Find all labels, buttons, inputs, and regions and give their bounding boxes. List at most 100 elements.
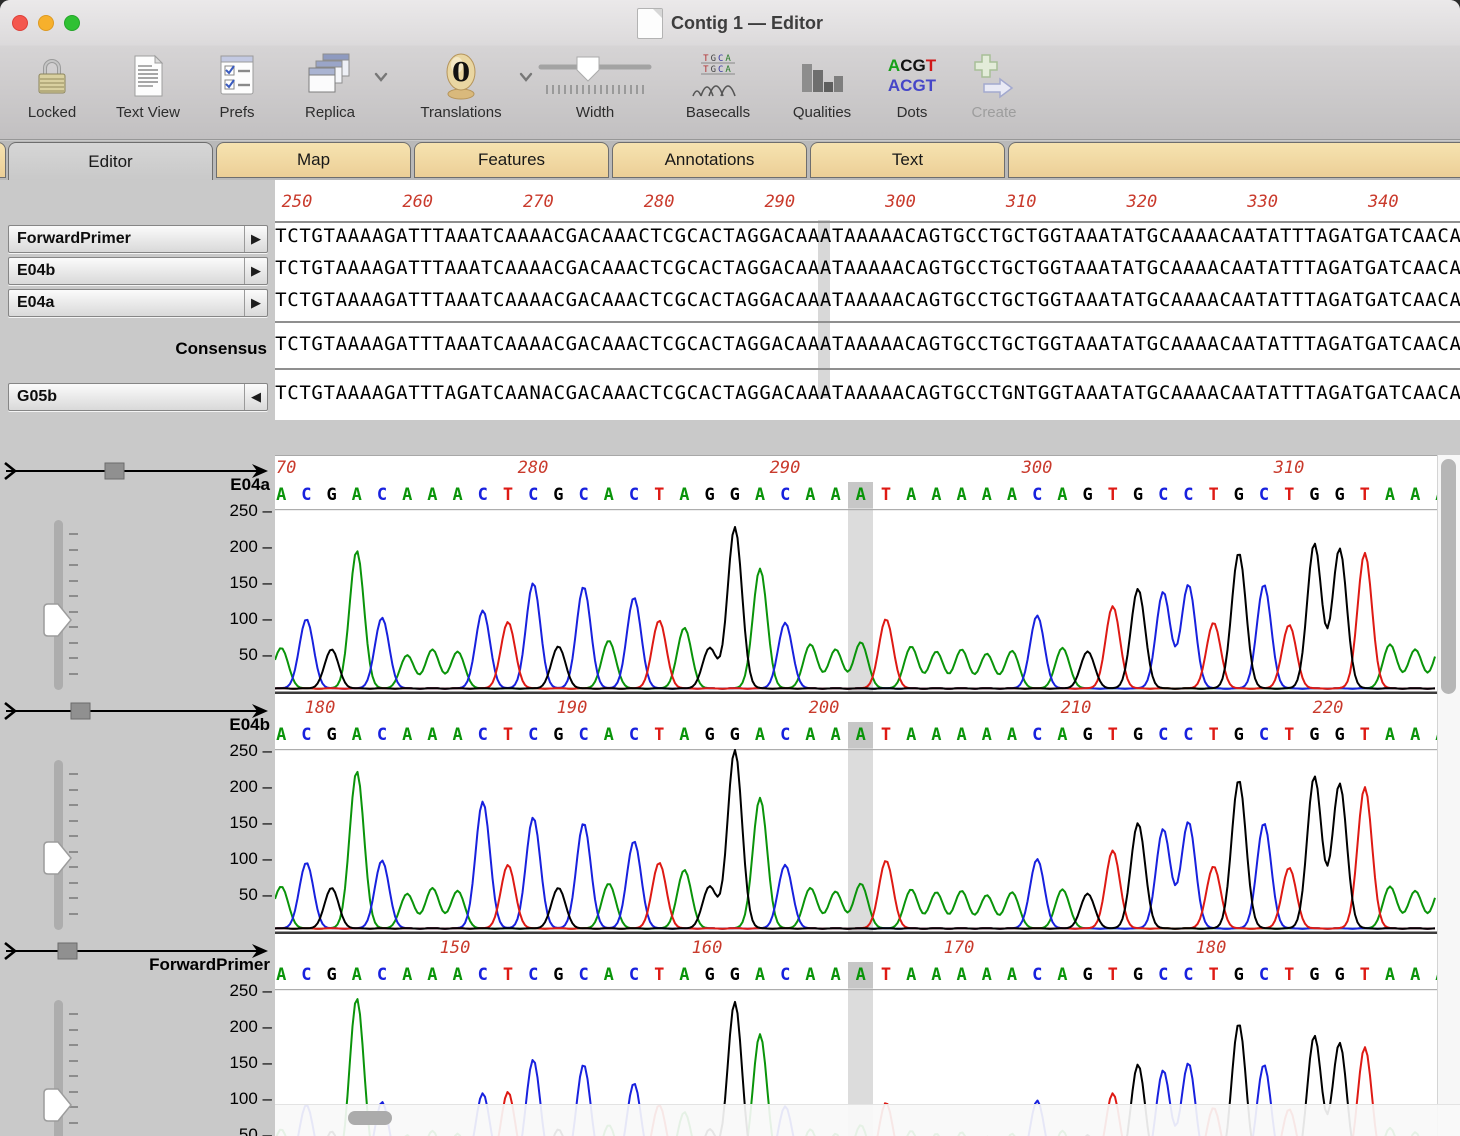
base-call-letter: A [999,962,1025,988]
sequence-text-e04a[interactable]: TTCTGTAAAAGATTTAAATCAAAACGACAAACTCGCACTA… [275,289,1460,321]
y-axis-label: 100 – [202,849,272,869]
basecalls-button[interactable]: TGCA TGCA Basecalls [670,50,766,130]
trace-scale-slider-thumb[interactable] [40,1085,74,1125]
trace-position-handle[interactable] [105,463,124,479]
tab-bar: EditorMapFeaturesAnnotationsText [0,141,1460,180]
tab-editor[interactable]: Editor [8,142,213,180]
sequence-text-consensus[interactable]: TTCTGTAAAAGATTTAAATCAAAACGACAAACTCGCACTA… [275,333,1460,365]
prefs-button[interactable]: Prefs [207,50,267,130]
base-call-letter: A [1402,482,1428,508]
tab-map[interactable]: Map [216,142,411,178]
sequence-button-forwardprimer[interactable]: ForwardPrimer▶ [8,225,268,253]
base-call-letter: C [369,962,395,988]
trace-channel-G [275,527,1435,689]
base-call-letter: A [949,962,975,988]
width-slider-item[interactable]: Width [535,50,655,130]
base-call-letter: C [1251,962,1277,988]
replica-windows-icon [286,50,374,102]
base-call-letter: G [1327,482,1353,508]
left-arrow-icon[interactable]: ◀ [244,384,267,410]
sequence-button-g05b[interactable]: G05b◀ [8,383,268,411]
base-call-letter: T [1100,722,1126,748]
ruler-tick-label: 330 [1247,192,1278,212]
vertical-scrollbar-thumb[interactable] [1441,459,1456,694]
trace-ruler-tick-label: 150 [440,938,471,958]
trace-position-handle[interactable] [71,703,90,719]
right-arrow-icon[interactable]: ▶ [244,226,267,252]
alignment-panel: 250260270280290300310320330340TTCTGTAAAA… [275,180,1460,420]
trace-ruler-tick-label: 210 [1061,698,1092,718]
ruler-tick-label: 270 [523,192,554,212]
replica-dropdown-chevron-icon[interactable] [374,72,388,82]
svg-text:ACGT: ACGT [888,76,937,95]
replica-button[interactable]: Replica [286,50,374,130]
tab-text[interactable]: Text [810,142,1005,178]
base-call-letter: T [495,482,521,508]
base-call-letter: A [596,722,622,748]
slider-tick [69,595,78,597]
ruler-tick-label: 320 [1127,192,1158,212]
sequence-text-forwardprimer[interactable]: TTCTGTAAAAGATTTAAATCAAAACGACAAACTCGCACTA… [275,225,1460,257]
trace-ruler-tick-label: 170 [944,938,975,958]
horizontal-scrollbar[interactable] [275,1104,1460,1136]
trace-ruler-e04a: 270280290300310 [275,458,1437,482]
document-proxy-icon [637,8,663,39]
qualities-button[interactable]: Qualities [777,50,867,130]
create-button[interactable]: Create [958,50,1030,130]
tab-features[interactable]: Features [414,142,609,178]
trace-position-handle[interactable] [58,943,77,959]
base-call-letter: C [571,722,597,748]
base-call-letter: A [898,722,924,748]
trace-scale-slider-thumb[interactable] [40,838,74,878]
text-view-button[interactable]: Text View [103,50,193,130]
base-call-letter: A [974,722,1000,748]
base-call-letter: C [293,722,319,748]
trace-channel-G [275,750,1435,929]
slider-tick [69,564,78,566]
y-axis-label: 50 – [202,1125,272,1136]
trace-channel-C [275,584,1435,689]
base-call-letter: A [445,962,471,988]
locked-button[interactable]: Locked [16,50,88,130]
sequence-button-e04a[interactable]: E04a▶ [8,289,268,317]
base-call-letter: G [545,722,571,748]
base-call-letter: A [747,722,773,748]
slider-tick [69,804,78,806]
translations-dropdown-chevron-icon[interactable] [519,72,533,82]
base-call-letter: C [1251,722,1277,748]
slider-tick [69,1075,78,1077]
right-arrow-icon[interactable]: ▶ [244,258,267,284]
dots-button[interactable]: ACGT ACGT Dots [880,50,944,130]
base-call-letter: C [520,482,546,508]
trace-scale-slider-thumb[interactable] [40,600,74,640]
base-call-letter: G [319,962,345,988]
base-call-letter: C [1251,482,1277,508]
base-call-letter: A [1377,482,1403,508]
translations-button[interactable]: 0 Translations [405,50,517,130]
tab-annotations[interactable]: Annotations [612,142,807,178]
base-call-letter: T [646,962,672,988]
trace-basecalls-forwardprimer: AACGACAAACTCGCACTAGGACAAATAAAAACAGTGCCTG… [275,962,1437,988]
chromatogram-trace-svg [275,749,1437,934]
base-call-letter: C [293,962,319,988]
base-call-letter: G [1075,722,1101,748]
y-axis-label: 250 – [202,981,272,1001]
base-call-letter: G [1226,482,1252,508]
sequence-button-e04b[interactable]: E04b▶ [8,257,268,285]
vertical-scrollbar[interactable] [1437,455,1460,1136]
base-call-letter: G [722,482,748,508]
trace-label-e04b: E04b [229,715,270,735]
trace-ruler-tick-label: 180 [1196,938,1227,958]
trace-ruler-tick-label: 290 [770,458,801,478]
base-call-letter: C [520,962,546,988]
sequence-text-e04b[interactable]: TTCTGTAAAAGATTTAAATCAAAACGACAAACTCGCACTA… [275,257,1460,289]
base-call-letter: G [545,962,571,988]
slider-tick [69,789,78,791]
sequence-text-g05b[interactable]: TTCTGTAAAAGATTTAGATCAANACGACAAACTCGCACTA… [275,382,1460,414]
horizontal-scrollbar-thumb[interactable] [348,1111,392,1125]
slider-tick [69,1060,78,1062]
base-call-letter: A [596,482,622,508]
right-arrow-icon[interactable]: ▶ [244,290,267,316]
base-call-letter: A [1377,962,1403,988]
base-call-letter: A [394,962,420,988]
